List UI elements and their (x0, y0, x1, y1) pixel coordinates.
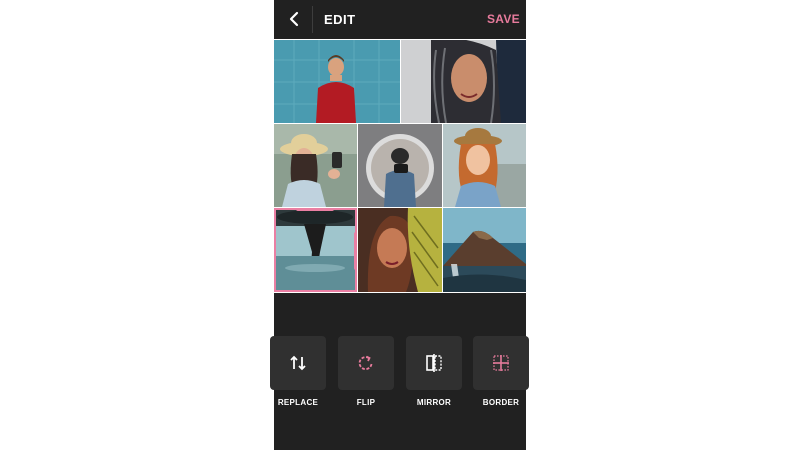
photo-man-red-sweater[interactable] (274, 40, 400, 123)
photo-grid (274, 39, 526, 293)
header-divider (312, 6, 313, 33)
top-bar: EDIT SAVE (274, 0, 526, 39)
swap-vertical-icon (290, 355, 306, 371)
mirror-tool[interactable]: MIRROR (406, 336, 462, 416)
rotate-icon (358, 355, 373, 370)
tool-bar: REPLACE FLIP MIRROR BORDER (270, 336, 529, 416)
replace-button[interactable] (270, 336, 326, 390)
chevron-left-icon (289, 11, 299, 27)
photo-photographer-mirror[interactable] (358, 124, 442, 207)
photo-woman-palm-leaf[interactable] (358, 208, 442, 292)
resize-handle-right[interactable] (354, 232, 357, 270)
border-label: BORDER (482, 398, 520, 407)
back-button[interactable] (286, 10, 302, 28)
photo-woman-reflection-selected[interactable] (274, 208, 357, 292)
border-tool[interactable]: BORDER (473, 336, 529, 416)
flip-tool[interactable]: FLIP (338, 336, 394, 416)
replace-label: REPLACE (277, 398, 319, 407)
replace-tool[interactable]: REPLACE (270, 336, 326, 416)
mirror-label: MIRROR (416, 398, 452, 407)
editor-screen: EDIT SAVE REPLACE FLIP MIRROR BORDER (270, 0, 529, 450)
save-button[interactable]: SAVE (487, 12, 520, 26)
resize-handle-top[interactable] (296, 208, 334, 211)
mirror-icon (426, 354, 442, 372)
border-button[interactable] (473, 336, 529, 390)
page-title: EDIT (324, 12, 356, 27)
photo-woman-braids[interactable] (401, 40, 526, 123)
mirror-button[interactable] (406, 336, 462, 390)
photo-woman-fedora-selfie[interactable] (443, 124, 526, 207)
flip-button[interactable] (338, 336, 394, 390)
photo-woman-hat-selfie[interactable] (274, 124, 357, 207)
border-grid-icon (493, 355, 509, 371)
flip-label: FLIP (356, 398, 376, 407)
photo-mountain-waterfall[interactable] (443, 208, 526, 292)
